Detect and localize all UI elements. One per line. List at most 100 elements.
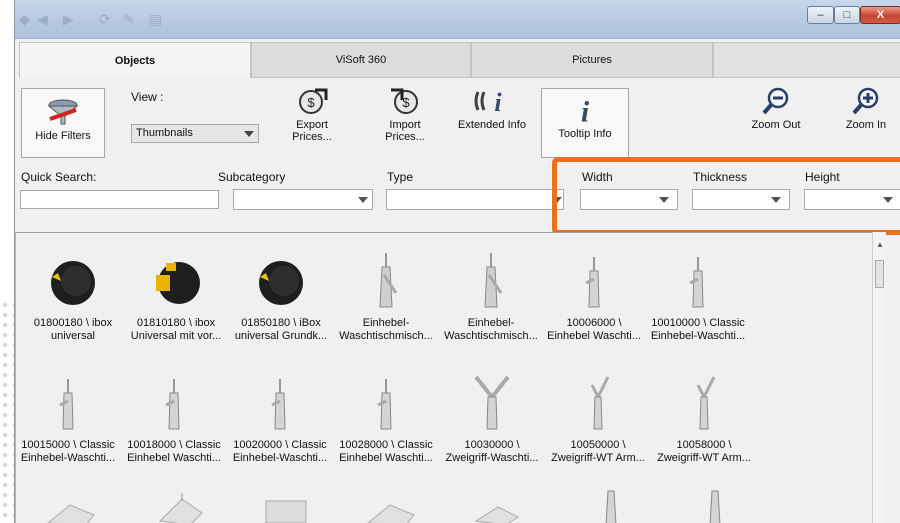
gallery-item-desc: Zweigriff-WT Arm... <box>551 452 645 464</box>
basin-thumbnail <box>265 500 307 523</box>
tools-icon[interactable]: ✎ <box>123 11 135 28</box>
gallery-item[interactable]: 10010000 \ Classic Einhebel-Waschti... <box>646 249 750 343</box>
gallery-item-desc: universal <box>50 330 96 342</box>
tab-pictures[interactable]: Pictures <box>471 42 713 78</box>
gallery-item[interactable]: 01850180 \ iBox universal Grundk... <box>229 249 333 343</box>
gallery-item-desc: Einhebel Waschti... <box>339 452 433 464</box>
faucet-thumbnail <box>165 379 180 430</box>
gallery-item-code: 10030000 \ <box>464 439 520 451</box>
faucet-thumbnail <box>271 379 286 430</box>
object-gallery: 01800180 \ ibox universal 01810180 \ ibo… <box>15 232 872 523</box>
import-prices-button[interactable]: $ Import Prices... <box>370 86 440 143</box>
gallery-item-desc: Einhebel-Waschti... <box>232 452 328 464</box>
gallery-item-desc: Waschtischmisch... <box>339 330 433 342</box>
info-icon: i <box>581 95 590 125</box>
gallery-item-code: 01800180 \ ibox <box>33 317 113 329</box>
gallery-item-desc: Universal mit vor... <box>130 330 222 342</box>
faucet-thumbnail <box>377 379 392 430</box>
gallery-item-code: 01850180 \ iBox <box>241 317 321 329</box>
chevron-down-icon <box>244 131 254 137</box>
gallery-item-desc: Einhebel Waschti... <box>547 330 641 342</box>
folder-icon[interactable]: ▤ <box>149 11 162 28</box>
gallery-item[interactable]: Einhebel- Waschtischmisch... <box>334 249 438 343</box>
export-prices-icon: $ <box>299 88 328 114</box>
tab-bar: Objects ViSoft 360 Pictures <box>15 42 900 78</box>
zoom-in-button[interactable]: Zoom In <box>837 86 895 131</box>
gallery-item-code: Einhebel- <box>362 317 410 329</box>
gallery-item-code: 10050000 \ <box>570 439 626 451</box>
gallery-item[interactable]: 10058000 \ Zweigriff-WT Arm... <box>652 371 756 465</box>
tooltip-info-button[interactable]: i Tooltip Info <box>541 88 629 158</box>
zoom-out-button[interactable]: Zoom Out <box>741 86 811 131</box>
gallery-item[interactable]: 10006000 \ Einhebel Waschti... <box>542 249 646 343</box>
faucet-thumbnail <box>689 257 704 308</box>
app-icon: ◆ <box>19 11 30 27</box>
quick-search-input[interactable] <box>20 190 219 209</box>
scrollbar-thumb[interactable] <box>875 260 884 288</box>
gallery-item-code: 10010000 \ Classic <box>651 317 745 329</box>
maximize-button[interactable]: □ <box>834 6 860 24</box>
gallery-item-desc: Einhebel Waschti... <box>127 452 221 464</box>
svg-text:$: $ <box>402 95 410 110</box>
scroll-up-icon[interactable]: ▲ <box>876 240 884 249</box>
gallery-scrollbar[interactable]: ▲ <box>872 232 886 523</box>
gallery-item-code: Einhebel- <box>467 317 515 329</box>
ibox-thumbnail <box>51 261 95 305</box>
close-button[interactable]: X <box>860 6 900 24</box>
tab-visoft-360[interactable]: ViSoft 360 <box>251 42 471 78</box>
svg-text:i: i <box>581 95 590 125</box>
faucet-thumbnail <box>484 253 503 308</box>
forward-icon[interactable]: ▶ <box>63 11 74 28</box>
gallery-item-desc: universal Grundk... <box>234 330 328 342</box>
tab-bar-filler <box>713 42 900 78</box>
subcategory-select[interactable] <box>233 189 373 210</box>
gallery-item-code: 01810180 \ ibox <box>136 317 216 329</box>
basin-thumbnail <box>474 506 519 523</box>
faucet-thumbnail <box>379 253 398 308</box>
gallery-item-desc: Zweigriff-WT Arm... <box>657 452 751 464</box>
export-prices-label-2: Prices... <box>292 131 332 143</box>
two-handle-faucet-thumbnail <box>474 375 510 430</box>
tooltip-info-label: Tooltip Info <box>558 128 612 140</box>
gallery-item[interactable]: 10020000 \ Classic Einhebel-Waschti... <box>228 371 332 465</box>
subcategory-label: Subcategory <box>218 170 286 184</box>
extended-info-label: Extended Info <box>458 119 526 131</box>
minimize-button[interactable]: – <box>807 6 834 24</box>
gallery-item-desc: Zweigriff-Waschti... <box>445 452 539 464</box>
import-prices-label-2: Prices... <box>385 131 425 143</box>
refresh-icon[interactable]: ⟳ <box>99 11 111 28</box>
hide-filters-button[interactable]: Hide Filters <box>21 88 105 158</box>
export-prices-button[interactable]: $ Export Prices... <box>277 86 347 143</box>
gallery-item[interactable]: 01810180 \ ibox Universal mit vor... <box>124 249 228 343</box>
gallery-item[interactable]: 10050000 \ Zweigriff-WT Arm... <box>546 371 650 465</box>
basin-thumbnail <box>158 493 203 523</box>
two-handle-faucet-thumbnail <box>696 376 716 430</box>
gallery-item[interactable]: 10030000 \ Zweigriff-Waschti... <box>440 371 544 465</box>
toolbar: Hide Filters View : Thumbnails $ Export … <box>15 78 900 162</box>
extended-info-icon: i <box>474 88 502 116</box>
tab-objects[interactable]: Objects <box>19 42 251 78</box>
view-label: View : <box>131 90 164 104</box>
basin-thumbnail <box>47 504 95 523</box>
type-select[interactable] <box>386 189 564 210</box>
gallery-item[interactable]: Einhebel- Waschtischmisch... <box>439 249 543 343</box>
faucet-thumbnail <box>59 379 74 430</box>
extended-info-button[interactable]: i Extended Info <box>451 86 533 131</box>
svg-text:$: $ <box>307 95 315 110</box>
faucet-thumbnail <box>605 490 617 523</box>
zoom-in-label: Zoom In <box>845 119 887 131</box>
gallery-item[interactable]: 01800180 \ ibox universal <box>21 249 125 343</box>
zoom-out-label: Zoom Out <box>751 119 801 131</box>
gallery-item[interactable]: 10015000 \ Classic Einhebel-Waschti... <box>16 371 120 465</box>
gallery-item[interactable]: 10018000 \ Classic Einhebel Waschti... <box>122 371 226 465</box>
back-icon[interactable]: ◀ <box>37 11 48 28</box>
type-label: Type <box>387 170 414 184</box>
title-bar: ◆ ◀ ▶ ⟳ ✎ ▤ – □ X <box>15 0 900 39</box>
view-select[interactable]: Thumbnails <box>131 124 259 143</box>
gallery-item-desc: Einhebel-Waschti... <box>650 330 746 342</box>
ibox-thumbnail <box>259 261 303 305</box>
gallery-item[interactable]: 10028000 \ Classic Einhebel Waschti... <box>334 371 438 465</box>
gallery-item-code: 10006000 \ <box>566 317 622 329</box>
hide-filters-label: Hide Filters <box>35 130 91 142</box>
zoom-in-icon <box>852 87 879 115</box>
